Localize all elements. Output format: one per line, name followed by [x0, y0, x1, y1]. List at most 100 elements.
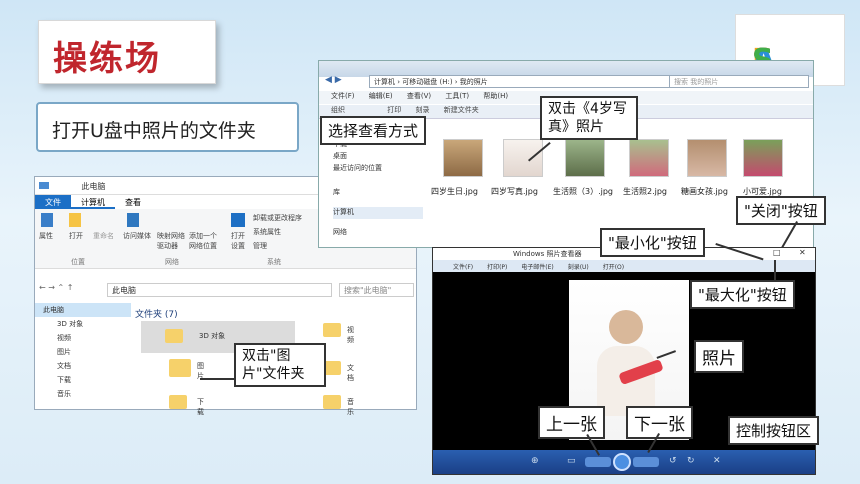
prev-button[interactable] — [585, 457, 611, 467]
nav-item-this-pc[interactable]: 此电脑 — [35, 303, 131, 317]
open-button[interactable]: 打开 — [69, 231, 83, 241]
nav-arrows[interactable]: ← → ⌃ ↑ — [39, 283, 73, 292]
toolbar-organize[interactable]: 组织 — [331, 105, 345, 115]
nav-library[interactable]: 库 — [333, 187, 423, 199]
viewer-menu-bar: 文件(F) 打印(P) 电子邮件(E) 刻录(U) 打开(O) — [433, 260, 815, 272]
photo-name-2: 四岁写真.jpg — [491, 187, 538, 196]
folders-heading: 文件夹 (7) — [135, 310, 178, 320]
group-network: 网络 — [165, 258, 179, 266]
delete-icon[interactable]: ✕ — [713, 456, 721, 466]
callout-view-mode: 选择查看方式 — [320, 116, 427, 145]
toolbar-print[interactable]: 打印 — [387, 105, 401, 115]
rotate-left-icon[interactable]: ↺ — [669, 456, 677, 466]
toolbar-burn[interactable]: 刻录 — [415, 105, 429, 115]
tab-file[interactable]: 文件 — [35, 195, 71, 209]
next-button[interactable] — [633, 457, 659, 467]
nav-item-music[interactable]: 音乐 — [35, 387, 131, 401]
photo-name-4: 生活照2.jpg — [623, 187, 668, 196]
map-drive-button[interactable]: 映射网络驱动器 — [157, 231, 187, 251]
folder-icon — [169, 359, 191, 377]
photo-thumb-2[interactable] — [503, 139, 543, 177]
folder-icon — [169, 395, 187, 409]
photo-address-bar[interactable]: 计算机 › 可移动磁盘 (H:) › 我的照片 — [369, 75, 714, 88]
photo-name-1: 四岁生日.jpg — [431, 187, 478, 196]
address-bar[interactable]: 此电脑 — [107, 283, 332, 297]
viewer-menu-email[interactable]: 电子邮件(E) — [521, 264, 553, 271]
viewer-menu-open[interactable]: 打开(O) — [603, 264, 624, 271]
media-icon — [127, 213, 139, 227]
folder-label: 下载 — [197, 398, 204, 416]
photo-thumb-1[interactable] — [443, 139, 483, 177]
manage-button[interactable]: 管理 — [253, 241, 267, 251]
zoom-icon[interactable]: ⊕ — [531, 456, 539, 466]
search-input[interactable]: 搜索"此电脑" — [339, 283, 414, 297]
menu-tools[interactable]: 工具(T) — [445, 91, 469, 101]
group-location: 位置 — [71, 258, 85, 266]
toolbar-new-folder[interactable]: 新建文件夹 — [444, 105, 479, 115]
callout-close: "关闭"按钮 — [736, 196, 826, 225]
folder-label: 3D 对象 — [199, 332, 226, 340]
fit-icon[interactable]: ▭ — [567, 456, 576, 466]
photo-search-input[interactable]: 搜索 我的照片 — [669, 75, 809, 88]
photo-thumb-5[interactable] — [687, 139, 727, 177]
nav-item-docs[interactable]: 文档 — [35, 359, 131, 373]
properties-icon — [41, 213, 53, 227]
explorer-title: 此电脑 — [81, 182, 106, 191]
menu-edit[interactable]: 编辑(E) — [369, 91, 393, 101]
rename-button[interactable]: 重命名 — [93, 231, 114, 241]
folder-icon — [323, 323, 341, 337]
open-settings-button[interactable]: 打开设置 — [231, 231, 247, 251]
nav-network[interactable]: 网络 — [333, 227, 423, 239]
callout-maximize: "最大化"按钮 — [690, 280, 795, 309]
callout-double-click-pictures: 双击"图片"文件夹 — [234, 343, 326, 387]
photo-thumb-3[interactable] — [565, 139, 605, 177]
nav-item-downloads[interactable]: 下载 — [35, 373, 131, 387]
tab-view[interactable]: 查看 — [115, 195, 151, 209]
menu-file[interactable]: 文件(F) — [331, 91, 355, 101]
nav-computer[interactable]: 计算机 — [333, 207, 423, 219]
viewer-menu-burn[interactable]: 刻录(U) — [568, 264, 589, 271]
open-icon — [69, 213, 81, 227]
photo-search-placeholder: 搜索 我的照片 — [674, 78, 719, 86]
folder-label: 视频 — [347, 326, 354, 344]
access-media-button[interactable]: 访问媒体 — [123, 231, 151, 241]
close-button[interactable]: ✕ — [799, 248, 806, 257]
properties-button[interactable]: 属性 — [39, 231, 53, 241]
rotate-right-icon[interactable]: ↻ — [687, 456, 695, 466]
photo-nav-pane: 下载 桌面 最近访问的位置 库 计算机 网络 — [333, 139, 423, 239]
nav-item-pictures[interactable]: 图片 — [35, 345, 131, 359]
viewer-menu-file[interactable]: 文件(F) — [453, 264, 473, 271]
task-box: 打开U盘中照片的文件夹 — [36, 102, 299, 152]
callout-double-click-photo: 双击《4岁写真》照片 — [540, 96, 638, 140]
nav-item-3d[interactable]: 3D 对象 — [35, 317, 131, 331]
viewer-menu-print[interactable]: 打印(P) — [487, 264, 507, 271]
search-placeholder: 搜索"此电脑" — [344, 286, 392, 295]
menu-help[interactable]: 帮助(H) — [483, 91, 508, 101]
group-system: 系统 — [267, 258, 281, 266]
photo-address-text: 计算机 › 可移动磁盘 (H:) › 我的照片 — [374, 78, 488, 86]
slide-title: 操练场 — [53, 39, 161, 79]
child-head — [609, 310, 643, 344]
viewer-title: Windows 照片查看器 — [513, 250, 582, 258]
photo-thumb-6[interactable] — [743, 139, 783, 177]
address-row: ← → ⌃ ↑ 此电脑 搜索"此电脑" — [39, 283, 414, 297]
tab-computer[interactable]: 计算机 — [71, 195, 115, 209]
computer-icon — [39, 182, 49, 189]
photo-thumb-4[interactable] — [629, 139, 669, 177]
maximize-button[interactable]: □ — [773, 248, 781, 257]
menu-view[interactable]: 查看(V) — [407, 91, 431, 101]
photo-name-5: 糖画女孩.jpg — [681, 187, 728, 196]
nav-item-video[interactable]: 视频 — [35, 331, 131, 345]
task-text: 打开U盘中照片的文件夹 — [52, 120, 256, 142]
nav-recent[interactable]: 最近访问的位置 — [333, 163, 423, 175]
settings-icon — [231, 213, 245, 227]
add-network-location-button[interactable]: 添加一个网络位置 — [189, 231, 221, 251]
connector-line — [200, 378, 234, 380]
viewer-control-bar: ⊕ ▭ ↺ ↻ ✕ — [433, 450, 815, 474]
back-forward-buttons[interactable]: ◀ ▶ — [325, 75, 342, 85]
slideshow-button[interactable] — [613, 453, 631, 471]
system-properties-button[interactable]: 系统属性 — [253, 227, 281, 237]
folder-icon — [323, 395, 341, 409]
uninstall-button[interactable]: 卸载或更改程序 — [253, 213, 302, 223]
nav-desktop[interactable]: 桌面 — [333, 151, 423, 163]
